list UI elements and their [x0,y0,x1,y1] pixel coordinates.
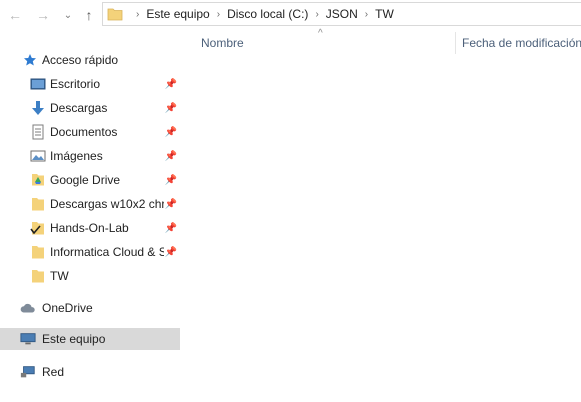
document-icon [30,124,46,140]
checked-folder-icon [30,220,46,236]
breadcrumb-separator[interactable]: › [365,9,368,20]
navigation-pane: Acceso rápido Escritorio 📌 Descargas 📌 D… [0,30,180,402]
sidebar-item-label: OneDrive [42,301,93,315]
sidebar-item-quick-access[interactable]: Acceso rápido [0,49,180,71]
sidebar-item-label: Descargas w10x2 chrc [50,197,164,211]
forward-arrow-icon[interactable]: → [34,6,52,24]
sidebar-item-onedrive[interactable]: OneDrive [0,297,180,319]
navigation-bar: ← → ⌄ ↑ › Este equipo › Disco local (C:)… [0,0,581,30]
back-arrow-icon[interactable]: ← [6,6,24,24]
google-drive-icon [30,172,46,188]
folder-icon [30,244,46,260]
up-arrow-icon[interactable]: ↑ [80,6,98,24]
pin-icon[interactable]: 📌 [165,102,177,114]
sidebar-item-label: Google Drive [50,173,121,187]
pin-icon[interactable]: 📌 [165,246,177,258]
sidebar-item-label: Descargas [50,101,108,115]
sidebar-item-label: Este equipo [42,332,106,346]
cloud-icon [20,300,36,316]
pin-icon[interactable]: 📌 [165,174,177,186]
folder-icon [107,7,123,21]
column-header-modified[interactable]: Fecha de modificación [462,36,581,50]
breadcrumb-json[interactable]: JSON [326,7,358,21]
sidebar-item-label: Informatica Cloud & S [50,245,164,259]
sidebar-item-label: Red [42,365,65,379]
sidebar-item-google-drive[interactable]: Google Drive 📌 [0,169,180,191]
star-icon [22,52,38,68]
sidebar-item-network[interactable]: Red [0,361,180,383]
address-bar[interactable]: › Este equipo › Disco local (C:) › JSON … [102,2,581,26]
column-divider[interactable] [455,32,456,54]
sidebar-item-label: Imágenes [50,149,103,163]
breadcrumb-separator[interactable]: › [136,9,139,20]
pin-icon[interactable]: 📌 [165,150,177,162]
sidebar-item-this-pc[interactable]: Este equipo [0,328,180,350]
network-icon [20,364,36,380]
folder-icon [30,268,46,284]
sidebar-item-descargas-w10x2[interactable]: Descargas w10x2 chrc 📌 [0,193,180,215]
sidebar-item-tw[interactable]: TW [0,265,180,287]
desktop-icon [30,76,46,92]
download-icon [30,100,46,116]
sidebar-item-documentos[interactable]: Documentos 📌 [0,121,180,143]
pin-icon[interactable]: 📌 [165,126,177,138]
sidebar-item-descargas[interactable]: Descargas 📌 [0,97,180,119]
sort-indicator-icon: ^ [318,28,323,39]
sidebar-item-label: TW [50,269,69,283]
pictures-icon [30,148,46,164]
sidebar-item-informatica-cloud[interactable]: Informatica Cloud & S 📌 [0,241,180,263]
column-header-name[interactable]: Nombre [201,36,244,50]
breadcrumb-este-equipo[interactable]: Este equipo [146,7,209,21]
sidebar-item-imagenes[interactable]: Imágenes 📌 [0,145,180,167]
sidebar-item-label: Documentos [50,125,118,139]
pin-icon[interactable]: 📌 [165,198,177,210]
computer-icon [20,331,36,347]
pin-icon[interactable]: 📌 [165,222,177,234]
sidebar-item-label: Acceso rápido [42,53,119,67]
breadcrumb-disco-local[interactable]: Disco local (C:) [227,7,308,21]
folder-icon [30,196,46,212]
pin-icon[interactable]: 📌 [165,78,177,90]
sidebar-item-escritorio[interactable]: Escritorio 📌 [0,73,180,95]
sidebar-item-hands-on-lab[interactable]: Hands-On-Lab 📌 [0,217,180,239]
sidebar-item-label: Hands-On-Lab [50,221,129,235]
breadcrumb-separator[interactable]: › [315,9,318,20]
recent-locations-chevron-icon[interactable]: ⌄ [62,6,74,24]
sidebar-item-label: Escritorio [50,77,101,91]
breadcrumb-separator[interactable]: › [217,9,220,20]
breadcrumb-tw[interactable]: TW [375,7,394,21]
